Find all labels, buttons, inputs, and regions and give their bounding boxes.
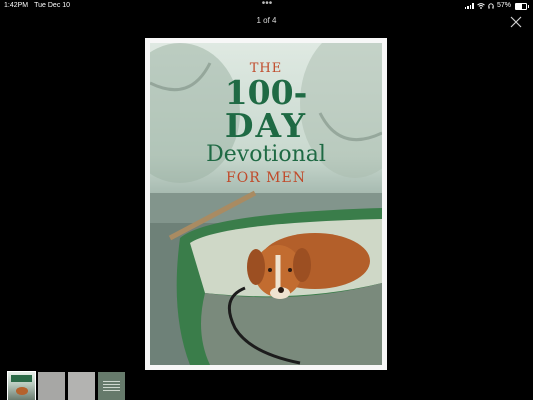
status-left: 1:42PM Tue Dec 10: [4, 0, 70, 12]
battery-percent: 57%: [496, 2, 511, 9]
cover-title-100: 100-: [224, 73, 308, 112]
status-date: Tue Dec 10: [34, 2, 71, 9]
cover-title-day: DAY: [224, 106, 308, 145]
signal-icon: [464, 3, 474, 9]
status-right: 57%: [464, 0, 529, 12]
thumbnail-1[interactable]: [7, 371, 36, 400]
cover-title-devotional: Devotional: [206, 142, 326, 167]
thumbnail-3[interactable]: [68, 372, 95, 400]
close-icon[interactable]: [508, 14, 524, 30]
main-photo[interactable]: THE 100- DAY Devotional FOR MEN: [145, 38, 387, 370]
thumbnail-dog: [16, 387, 28, 395]
cover-title-for-men: FOR MEN: [226, 170, 306, 186]
more-dots-icon[interactable]: •••: [259, 0, 275, 10]
status-time: 1:42PM: [4, 2, 29, 9]
thumbnail-4[interactable]: [98, 372, 125, 400]
book-cover: THE 100- DAY Devotional FOR MEN: [150, 43, 382, 365]
thumbnail-2[interactable]: [38, 372, 65, 400]
headphones-icon: [488, 3, 494, 9]
page-indicator: 1 of 4: [256, 16, 277, 25]
cover-title: THE 100- DAY Devotional FOR MEN: [150, 61, 382, 186]
wifi-icon: [477, 3, 485, 9]
battery-icon: [515, 2, 529, 10]
thumbnail-title-block: [11, 375, 32, 382]
thumbnail-strip: [7, 371, 125, 400]
thumbnail-text-lines: [103, 381, 120, 393]
